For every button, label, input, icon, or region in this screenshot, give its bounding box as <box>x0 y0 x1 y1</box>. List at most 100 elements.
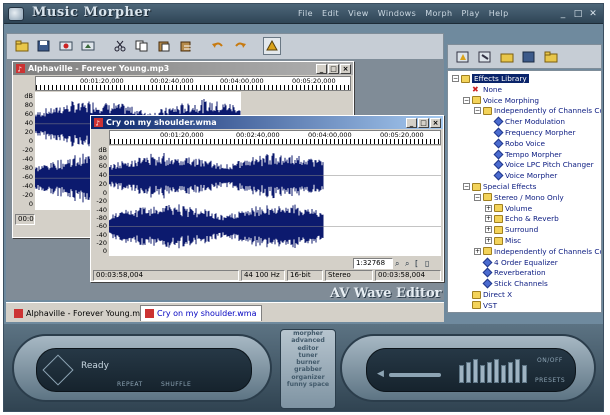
maximize-button[interactable]: □ <box>572 8 584 20</box>
mode-advanced[interactable]: advanced <box>281 337 335 344</box>
menu-morph[interactable]: Morph <box>425 9 452 18</box>
waveform-view[interactable] <box>109 146 441 256</box>
volume-slider[interactable] <box>389 373 441 377</box>
tree-item[interactable]: ✖ None <box>463 84 502 95</box>
close-button[interactable]: × <box>340 63 351 74</box>
window-title-bar[interactable]: ♪ Cry on my shoulder.wma _ □ × <box>91 116 443 129</box>
tree-item[interactable]: VST <box>463 300 497 311</box>
eq-slider[interactable] <box>480 365 485 383</box>
tree-item[interactable]: 4 Order Equalizer <box>474 257 558 268</box>
menu-edit[interactable]: Edit <box>322 9 339 18</box>
eq-slider[interactable] <box>501 365 506 383</box>
collapse-icon[interactable]: − <box>452 75 459 82</box>
cut-icon[interactable] <box>111 37 129 55</box>
minimize-button[interactable]: _ <box>406 117 417 128</box>
maximize-button[interactable]: □ <box>328 63 339 74</box>
repeat-toggle[interactable]: REPEAT <box>117 381 143 388</box>
effect-preview-icon[interactable] <box>454 48 472 66</box>
tree-item[interactable]: Direct X <box>463 289 512 300</box>
redo-icon[interactable] <box>231 37 249 55</box>
tree-item[interactable]: + Misc <box>485 235 521 246</box>
tab-alphaville[interactable]: Alphaville - Forever Young.mp3 <box>10 305 154 321</box>
eq-slider[interactable] <box>494 359 499 383</box>
expand-icon[interactable]: + <box>485 215 492 223</box>
tree-item[interactable]: + Surround <box>485 224 538 235</box>
eq-slider[interactable] <box>522 365 527 383</box>
tab-cry-on-my-shoulder[interactable]: Cry on my shoulder.wma <box>140 305 262 321</box>
collapse-icon[interactable]: − <box>463 183 470 190</box>
expand-icon[interactable]: + <box>485 226 492 234</box>
minimize-button[interactable]: _ <box>557 8 569 20</box>
menu-view[interactable]: View <box>348 9 369 18</box>
mode-organizer[interactable]: organizer <box>281 374 335 381</box>
title-bar[interactable]: Music Morpher File Edit View Windows Mor… <box>4 4 603 24</box>
app-logo-icon[interactable] <box>8 7 24 21</box>
tree-item[interactable]: Cher Modulation <box>485 116 565 127</box>
tree-item[interactable]: Tempo Morpher <box>485 149 562 160</box>
collapse-icon[interactable]: − <box>474 107 481 115</box>
collapse-icon[interactable]: − <box>463 96 470 104</box>
eq-slider[interactable] <box>466 362 471 383</box>
audio-window-cry-on-my-shoulder[interactable]: ♪ Cry on my shoulder.wma _ □ × 00:01:20,… <box>90 115 444 282</box>
eq-slider[interactable] <box>487 362 492 383</box>
save-icon[interactable] <box>35 37 53 55</box>
mode-morpher[interactable]: morpher <box>281 330 335 337</box>
tree-item[interactable]: − Effects Library <box>452 73 529 84</box>
tree-item[interactable]: Robo Voice <box>485 138 545 149</box>
collapse-icon[interactable]: − <box>474 193 481 201</box>
menu-windows[interactable]: Windows <box>378 9 417 18</box>
expand-icon[interactable]: + <box>485 237 492 244</box>
expand-icon[interactable]: + <box>474 247 481 255</box>
window-title-bar[interactable]: ♪ Alphaville - Forever Young.mp3 _ □ × <box>13 62 353 75</box>
close-button[interactable]: × <box>430 117 441 128</box>
tree-item[interactable]: Stick Channels <box>474 278 548 289</box>
zoom-in-icon[interactable]: ⌕ <box>395 258 405 269</box>
tree-item[interactable]: + Volume <box>485 203 532 214</box>
effect-apply-icon[interactable] <box>476 48 494 66</box>
tree-item[interactable]: Frequency Morpher <box>485 127 576 138</box>
onoff-toggle[interactable]: ON/OFF <box>537 357 563 364</box>
undo-icon[interactable] <box>209 37 227 55</box>
presets-button[interactable]: PRESETS <box>535 377 565 384</box>
mode-grabber[interactable]: grabber <box>281 366 335 373</box>
tree-item[interactable]: + Echo & Reverb <box>485 213 559 224</box>
open-folder-icon[interactable] <box>13 37 31 55</box>
mode-burner[interactable]: burner <box>281 359 335 366</box>
menu-play[interactable]: Play <box>461 9 479 18</box>
record-settings-icon[interactable] <box>79 37 97 55</box>
record-icon[interactable] <box>57 37 75 55</box>
effect-folder-icon[interactable] <box>542 48 560 66</box>
copy-icon[interactable] <box>133 37 151 55</box>
mode-tuner[interactable]: tuner <box>281 352 335 359</box>
tree-item[interactable]: Reverberation <box>474 267 546 278</box>
shuffle-toggle[interactable]: SHUFFLE <box>161 381 191 388</box>
eq-slider[interactable] <box>508 362 513 383</box>
tree-item[interactable]: + Independently of Channels Count <box>474 246 601 257</box>
effect-open-icon[interactable] <box>498 48 516 66</box>
eq-slider[interactable] <box>515 359 520 383</box>
mode-funny-space[interactable]: funny space <box>281 381 335 388</box>
menu-help[interactable]: Help <box>489 9 509 18</box>
minimize-button[interactable]: _ <box>316 63 327 74</box>
effects-library-tree[interactable]: − Effects Library ✖ None − Voice Morphing − Ind… <box>447 70 602 313</box>
effects-icon[interactable] <box>263 37 281 55</box>
paste-icon[interactable] <box>155 37 173 55</box>
mode-editor[interactable]: editor <box>281 345 335 352</box>
time-ruler[interactable]: 00:01:20,000 00:02:40,000 00:04:00,000 0… <box>109 130 441 145</box>
tree-item[interactable]: − Voice Morphing <box>463 95 539 106</box>
menu-file[interactable]: File <box>298 9 313 18</box>
close-button[interactable]: ✕ <box>587 8 599 20</box>
eq-slider[interactable] <box>459 365 464 383</box>
zoom-selection-icon[interactable]: [ <box>415 258 425 269</box>
expand-icon[interactable]: + <box>485 204 492 212</box>
tree-item[interactable]: Voice LPC Pitch Changer <box>485 159 594 170</box>
paste-special-icon[interactable] <box>177 37 195 55</box>
tree-item[interactable]: − Special Effects <box>463 181 536 192</box>
maximize-button[interactable]: □ <box>418 117 429 128</box>
tree-item[interactable]: Voice Morpher <box>485 170 557 181</box>
time-ruler[interactable]: 00:01:20,000 00:02:40,000 00:04:00,000 0… <box>35 76 351 91</box>
zoom-all-icon[interactable]: ▯ <box>425 258 435 269</box>
tree-item[interactable]: − Independently of Channels Count <box>474 105 601 116</box>
tree-item[interactable]: − Stereo / Mono Only <box>474 192 564 203</box>
zoom-out-icon[interactable]: ⌕ <box>405 258 415 269</box>
